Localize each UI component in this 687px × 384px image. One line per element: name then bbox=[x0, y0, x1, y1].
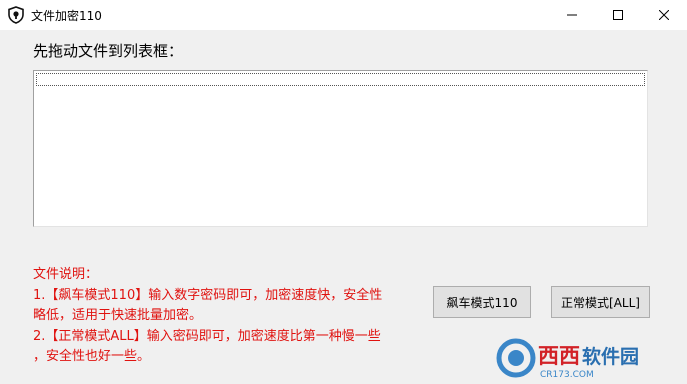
title-bar[interactable]: 文件加密110 bbox=[0, 0, 687, 30]
fast-mode-button[interactable]: 飙车模式110 bbox=[433, 286, 531, 318]
close-button[interactable] bbox=[641, 0, 687, 30]
svg-text:CR173.COM: CR173.COM bbox=[540, 370, 594, 380]
svg-text:西西: 西西 bbox=[538, 344, 580, 368]
svg-text:软件园: 软件园 bbox=[582, 345, 639, 368]
minimize-button[interactable] bbox=[549, 0, 595, 30]
file-listbox[interactable] bbox=[33, 70, 648, 227]
maximize-icon bbox=[613, 10, 623, 20]
notes-line-4: ，安全性也好一些。 bbox=[33, 349, 151, 365]
notes-heading: 文件说明： bbox=[33, 267, 99, 282]
close-icon bbox=[659, 10, 669, 20]
notes-line-1: 1.【飙车模式110】输入数字密码即可，加密速度快，安全性 bbox=[33, 287, 383, 303]
shield-icon bbox=[7, 6, 25, 24]
notes-line-3: 2.【正常模式ALL】输入密码即可，加密速度比第一种慢一些 bbox=[33, 328, 381, 344]
normal-mode-button[interactable]: 正常模式[ALL] bbox=[551, 286, 650, 318]
minimize-icon bbox=[567, 14, 577, 16]
window-title: 文件加密110 bbox=[31, 9, 102, 23]
watermark-logo: 西西 软件园 CR173.COM bbox=[494, 336, 684, 380]
drag-prompt-label: 先拖动文件到列表框： bbox=[33, 42, 184, 60]
list-focus-rect bbox=[36, 73, 645, 86]
notes-line-2: 略低，适用于快速批量加密。 bbox=[33, 308, 203, 324]
file-notes: 文件说明： 1.【飙车模式110】输入数字密码即可，加密速度快，安全性 略低，适… bbox=[33, 265, 413, 368]
maximize-button[interactable] bbox=[595, 0, 641, 30]
